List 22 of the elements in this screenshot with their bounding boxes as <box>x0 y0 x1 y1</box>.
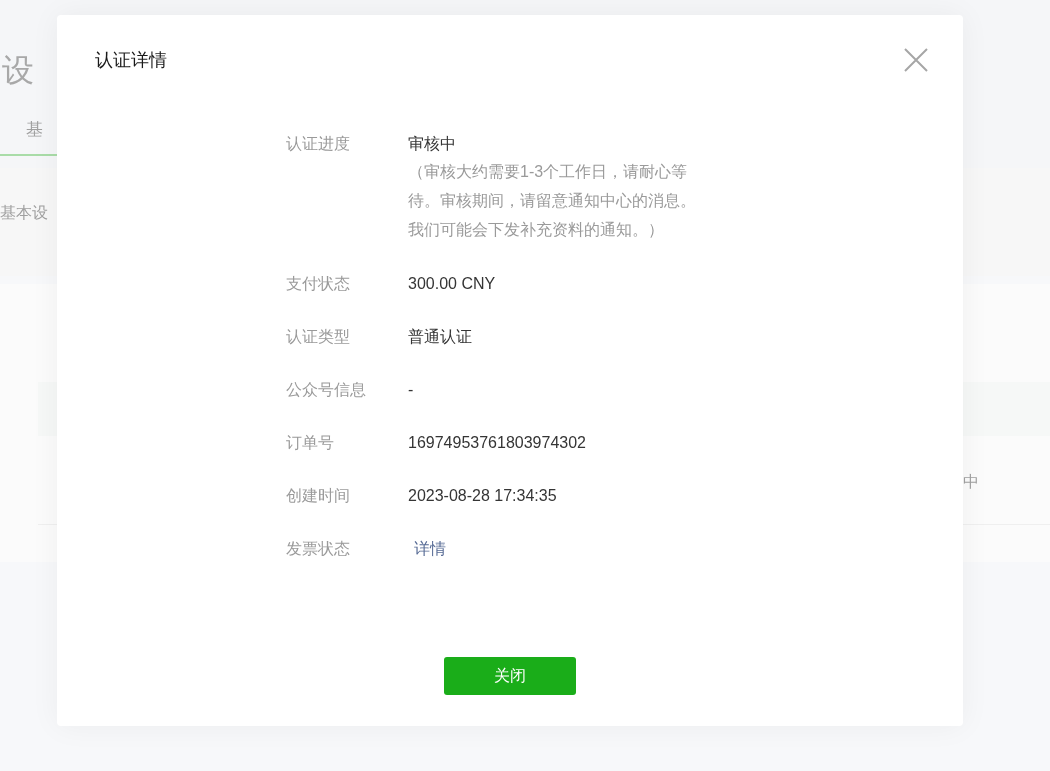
review-note: （审核大约需要1-3个工作日，请耐心等待。审核期间，请留意通知中心的消息。我们可能会下发补充资料的通知。） <box>408 162 697 240</box>
field-label: 发票状态 <box>286 539 351 559</box>
field-value: - <box>408 380 414 400</box>
details-link[interactable]: 详情 <box>414 536 446 562</box>
field-value: 2023-08-28 17:34:35 <box>408 486 557 506</box>
field-value: 审核中 <box>408 134 457 154</box>
dialog-title: 认证详情 <box>95 49 167 72</box>
page-title: 设 <box>2 51 34 90</box>
field-label: 认证类型 <box>286 327 351 347</box>
field-label: 公众号信息 <box>286 380 367 400</box>
field-label: 支付状态 <box>286 274 351 294</box>
field-value: 普通认证 <box>408 327 472 347</box>
tab[interactable]: 基 <box>26 118 43 154</box>
field-label: 认证进度 <box>286 134 351 154</box>
status-text: 中 <box>963 472 979 492</box>
field-label: 订单号 <box>286 433 335 453</box>
close-button[interactable]: 关闭 <box>444 657 576 695</box>
field-value: 16974953761803974302 <box>408 433 586 453</box>
field-value: 300.00 CNY <box>408 274 496 294</box>
field-label: 创建时间 <box>286 486 351 506</box>
close-icon[interactable] <box>903 47 929 73</box>
section-label: 基本设 <box>0 203 48 223</box>
